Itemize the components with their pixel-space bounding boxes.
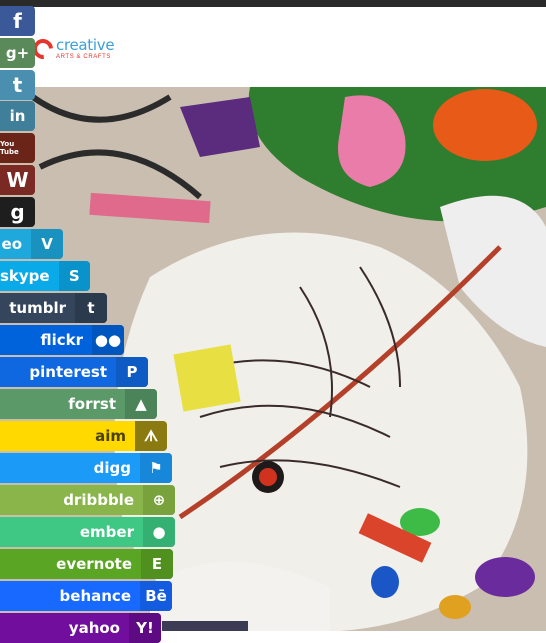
yahoo-icon: Y! bbox=[129, 613, 161, 643]
pinterest-icon-glyph: P bbox=[126, 363, 138, 381]
vimeo-button[interactable]: eo V bbox=[0, 229, 63, 259]
wordpress-share-button[interactable]: W bbox=[0, 165, 35, 195]
skype-icon: S bbox=[58, 261, 90, 291]
digg-icon: ⚑ bbox=[140, 453, 172, 483]
pinterest-label: pinterest bbox=[29, 363, 107, 381]
logo-word: creative bbox=[56, 36, 115, 54]
flickr-button[interactable]: flickr ●● bbox=[0, 325, 124, 355]
yahoo-button[interactable]: yahoo Y! bbox=[0, 613, 161, 643]
digg-icon-glyph: ⚑ bbox=[149, 459, 163, 477]
ember-icon: ● bbox=[143, 517, 175, 547]
site-logo[interactable]: creative ARTS & CRAFTS bbox=[28, 34, 115, 64]
youtube-icon: You Tube bbox=[0, 140, 19, 156]
goodreads-share-button[interactable]: g bbox=[0, 197, 35, 227]
skype-label: skype bbox=[0, 267, 50, 285]
forrst-icon-glyph: ▲ bbox=[135, 395, 147, 413]
wordpress-icon: W bbox=[6, 168, 29, 192]
goodreads-icon: g bbox=[10, 200, 25, 224]
behance-icon: Bē bbox=[140, 581, 172, 611]
dribbble-icon: ⊕ bbox=[143, 485, 175, 515]
tumblr-button[interactable]: tumblr t bbox=[0, 293, 107, 323]
evernote-icon-glyph: E bbox=[151, 555, 163, 573]
facebook-icon: f bbox=[13, 9, 22, 33]
twitter-icon: t bbox=[12, 73, 23, 97]
behance-icon-glyph: Bē bbox=[145, 587, 167, 605]
flickr-label: flickr bbox=[40, 331, 83, 349]
pinterest-button[interactable]: pinterest P bbox=[0, 357, 148, 387]
facebook-share-button[interactable]: f bbox=[0, 6, 35, 36]
ember-button[interactable]: ember ● bbox=[0, 517, 175, 547]
site-header: creative ARTS & CRAFTS bbox=[0, 7, 546, 87]
evernote-icon: E bbox=[141, 549, 173, 579]
tumblr-icon: t bbox=[75, 293, 107, 323]
dribbble-icon-glyph: ⊕ bbox=[152, 491, 166, 509]
skype-icon-glyph: S bbox=[68, 267, 80, 285]
skype-button[interactable]: skype S bbox=[0, 261, 90, 291]
twitter-share-button[interactable]: t bbox=[0, 70, 35, 100]
google-plus-share-button[interactable]: g+ bbox=[0, 38, 35, 68]
google-plus-icon: g+ bbox=[5, 44, 30, 62]
evernote-label: evernote bbox=[56, 555, 132, 573]
aim-icon-glyph: ᗑ bbox=[143, 427, 159, 445]
top-bar bbox=[0, 0, 546, 7]
dribbble-label: dribbble bbox=[63, 491, 134, 509]
digg-button[interactable]: digg ⚑ bbox=[0, 453, 172, 483]
tumblr-label: tumblr bbox=[9, 299, 66, 317]
linkedin-icon: in bbox=[9, 107, 26, 125]
behance-label: behance bbox=[59, 587, 131, 605]
behance-button[interactable]: behance Bē bbox=[0, 581, 172, 611]
evernote-button[interactable]: evernote E bbox=[0, 549, 173, 579]
aim-label: aim bbox=[95, 427, 126, 445]
yahoo-label: yahoo bbox=[68, 619, 120, 637]
ember-icon-glyph: ● bbox=[152, 523, 166, 541]
logo-sub: ARTS & CRAFTS bbox=[56, 54, 112, 60]
forrst-label: forrst bbox=[68, 395, 116, 413]
digg-label: digg bbox=[93, 459, 131, 477]
pinterest-icon: P bbox=[116, 357, 148, 387]
ember-label: ember bbox=[79, 523, 134, 541]
tumblr-icon-glyph: t bbox=[87, 299, 95, 317]
vimeo-icon: V bbox=[31, 229, 63, 259]
dribbble-button[interactable]: dribbble ⊕ bbox=[0, 485, 175, 515]
forrst-button[interactable]: forrst ▲ bbox=[0, 389, 157, 419]
linkedin-share-button[interactable]: in bbox=[0, 101, 35, 131]
flickr-icon: ●● bbox=[92, 325, 124, 355]
forrst-icon: ▲ bbox=[125, 389, 157, 419]
aim-button[interactable]: aim ᗑ bbox=[0, 421, 167, 451]
aim-icon: ᗑ bbox=[135, 421, 167, 451]
vimeo-icon-glyph: V bbox=[41, 235, 53, 253]
flickr-icon-glyph: ●● bbox=[94, 331, 122, 349]
vimeo-label: eo bbox=[1, 235, 22, 253]
youtube-share-button[interactable]: You Tube bbox=[0, 133, 35, 163]
yahoo-icon-glyph: Y! bbox=[136, 619, 154, 637]
